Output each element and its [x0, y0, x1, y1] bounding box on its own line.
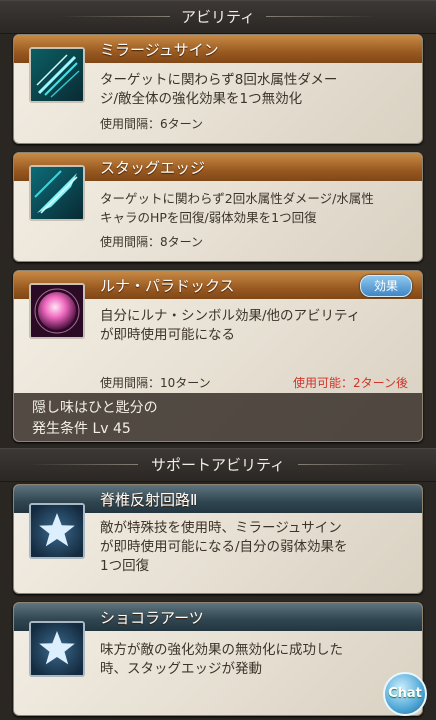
desc-line: ターゲットに関わらず8回水属性ダメー	[100, 72, 338, 88]
desc-line: ジ/敵全体の強化効果を1つ無効化	[100, 91, 303, 107]
support-description: 味方が敵の強化効果の無効化に成功した 時、スタッグエッジが発動	[100, 641, 410, 679]
support-card-chocolat-arts[interactable]: ショコラアーツ 味方が敵の強化効果の無効化に成功した 時、スタッグエッジが発動	[13, 602, 423, 716]
desc-line: 敵が特殊技を使用時、ミラージュサイン	[100, 520, 342, 536]
desc-line: 味方が敵の強化効果の無効化に成功した	[100, 642, 343, 658]
star-icon	[29, 503, 85, 559]
cyan-blade-icon	[29, 165, 85, 221]
pink-orb-icon	[29, 283, 85, 339]
desc-line: キャラのHPを回復/弱体効果を1つ回復	[100, 210, 317, 225]
support-abilities-header: サポートアビリティ	[0, 448, 436, 482]
ability-name: スタッグエッジ	[100, 159, 206, 177]
star-icon	[29, 621, 85, 677]
hidden-ability-condition: 発生条件 Lv 45	[32, 421, 131, 437]
ability-card-luna-paradox[interactable]: ルナ・パラドックス 効果 自分にルナ・シンボル効果/他のアビリティ が即時使用可…	[13, 270, 423, 442]
support-name: 脊椎反射回路Ⅱ	[100, 491, 198, 509]
ability-card-mirage-sign[interactable]: ミラージュサイン ターゲットに関わらず8回水属性ダメー ジ/敵全体の強化効果を1…	[13, 34, 423, 144]
desc-line: 時、スタッグエッジが発動	[100, 661, 262, 677]
support-card-spinal-reflex[interactable]: 脊椎反射回路Ⅱ 敵が特殊技を使用時、ミラージュサイン が即時使用可能になる/自分…	[13, 484, 423, 594]
effect-badge-button[interactable]: 効果	[360, 275, 412, 297]
ability-cooldown: 使用間隔：8ターン	[100, 235, 204, 249]
desc-line: が即時使用可能になる	[100, 327, 235, 343]
desc-line: 自分にルナ・シンボル効果/他のアビリティ	[100, 308, 361, 324]
ability-card-stag-edge[interactable]: スタッグエッジ ターゲットに関わらず2回水属性ダメージ/水属性 キャラのHPを回…	[13, 152, 423, 262]
support-name: ショコラアーツ	[100, 609, 204, 627]
ability-cooldown: 使用間隔：10ターン	[100, 376, 211, 390]
ability-name: ルナ・パラドックス	[100, 277, 235, 295]
support-description: 敵が特殊技を使用時、ミラージュサイン が即時使用可能になる/自分の弱体効果を 1…	[100, 519, 410, 576]
chat-button[interactable]: Chat	[383, 672, 427, 716]
ability-availability: 使用可能：2ターン後	[292, 376, 408, 390]
hidden-ability-name: 隠し味はひと匙分の	[32, 400, 158, 416]
abilities-header: アビリティ	[0, 0, 436, 34]
ability-cooldown: 使用間隔：6ターン	[100, 117, 204, 131]
ability-description: ターゲットに関わらず8回水属性ダメー ジ/敵全体の強化効果を1つ無効化	[100, 71, 410, 109]
desc-line: が即時使用可能になる/自分の弱体効果を	[100, 539, 348, 555]
hidden-ability-info: 隠し味はひと匙分の 発生条件 Lv 45	[14, 393, 422, 441]
ability-description: 自分にルナ・シンボル効果/他のアビリティ が即時使用可能になる	[100, 307, 410, 345]
desc-line: 1つ回復	[100, 558, 150, 574]
ability-name: ミラージュサイン	[100, 41, 219, 59]
cyan-slash-icon	[29, 47, 85, 103]
desc-line: ターゲットに関わらず2回水属性ダメージ/水属性	[100, 191, 374, 206]
ability-description: ターゲットに関わらず2回水属性ダメージ/水属性 キャラのHPを回復/弱体効果を1…	[100, 189, 410, 227]
